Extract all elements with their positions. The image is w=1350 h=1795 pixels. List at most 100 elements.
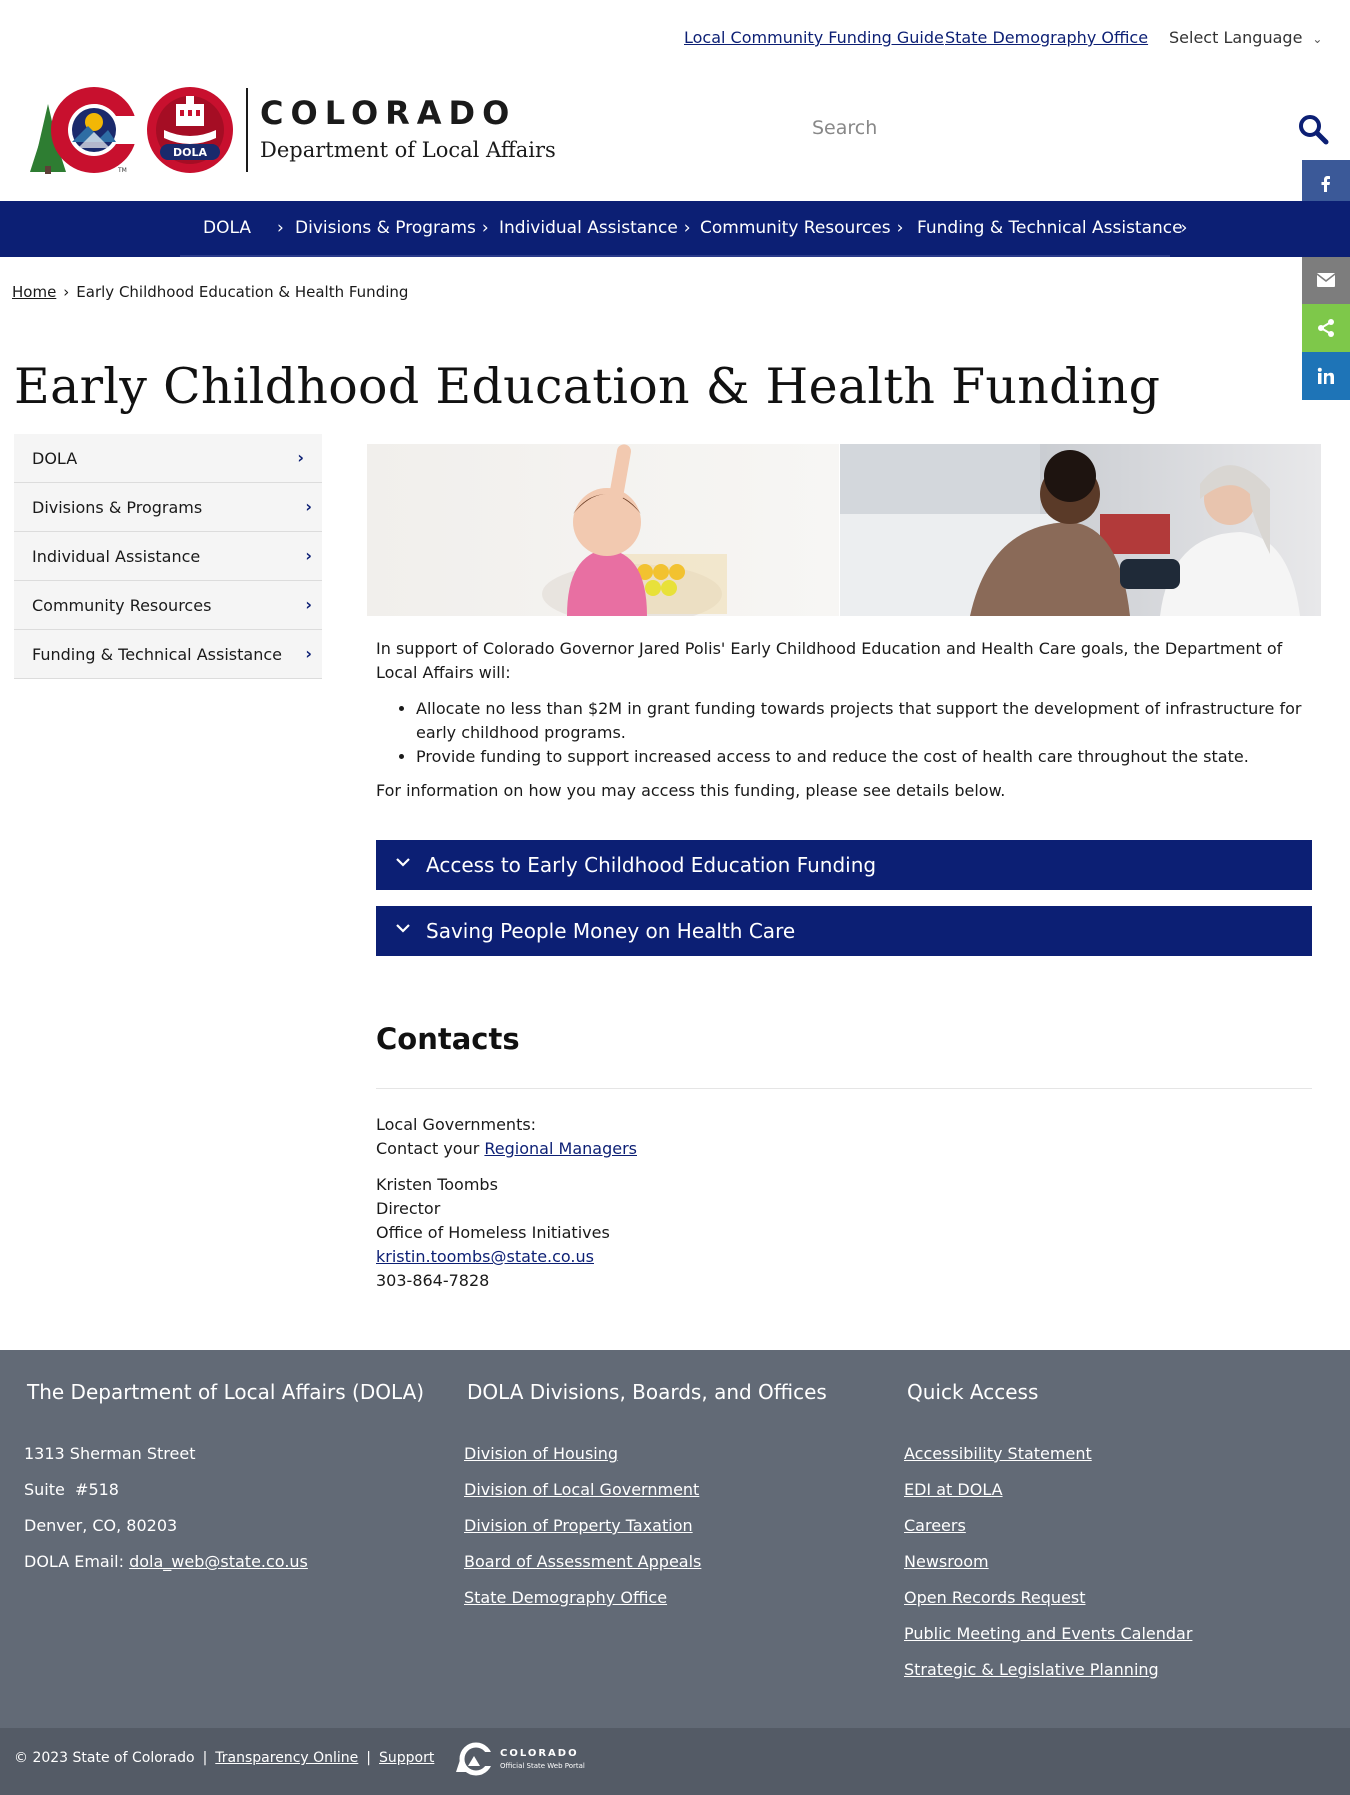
nav-item-community-resources[interactable]: Community Resources ›: [700, 218, 903, 238]
share-rail: [1302, 160, 1350, 400]
footer-email-link[interactable]: dola_web@state.co.us: [129, 1552, 308, 1571]
sidebar-item-individual-assistance[interactable]: Individual Assistance ›: [14, 532, 322, 581]
copyright-line: © 2023 State of Colorado | Transparency On…: [14, 1750, 434, 1766]
chevron-down-icon: [396, 858, 410, 867]
link-state-demography-office[interactable]: State Demography Office: [945, 28, 1148, 47]
linkedin-icon: [1317, 367, 1334, 384]
footer-link-careers[interactable]: Careers: [904, 1508, 1192, 1544]
facebook-icon: [1321, 176, 1330, 192]
nav-item-individual-assistance[interactable]: Individual Assistance ›: [499, 218, 691, 238]
chevron-right-icon: ›: [896, 218, 904, 238]
footer-link-division-of-local-government[interactable]: Division of Local Government: [464, 1472, 701, 1508]
main-content: In support of Colorado Governor Jared Po…: [376, 637, 1312, 803]
footer-link-open-records-request[interactable]: Open Records Request: [904, 1580, 1192, 1616]
site-search: [800, 108, 1330, 152]
nav-item-label: DOLA: [203, 218, 251, 238]
site-footer: The Department of Local Affairs (DOLA) 1…: [0, 1350, 1350, 1728]
footer-email-line: DOLA Email: dola_web@state.co.us: [24, 1544, 308, 1580]
colorado-portal-logo[interactable]: COLORADO Official State Web Portal: [454, 1742, 594, 1776]
hero-image: [367, 444, 1321, 616]
brand-department-name[interactable]: Department of Local Affairs: [260, 138, 556, 162]
breadcrumb-current: Early Childhood Education & Health Fundi…: [76, 283, 409, 301]
copyright-text: © 2023 State of Colorado: [14, 1750, 195, 1766]
sidebar-item-label: Funding & Technical Assistance: [32, 645, 282, 664]
local-governments-label: Local Governments:: [376, 1115, 537, 1134]
footer-col-dola-heading: The Department of Local Affairs (DOLA): [27, 1380, 425, 1404]
footer-email-label: DOLA Email:: [24, 1552, 125, 1571]
sidebar-item-community-resources[interactable]: Community Resources ›: [14, 581, 322, 630]
site-header: TM DOLA COLORADO Department of Local Aff…: [28, 86, 588, 176]
contact-office: Office of Homeless Initiatives: [376, 1223, 610, 1242]
language-select[interactable]: Select Language ⌄: [1169, 28, 1322, 47]
footer-link-newsroom[interactable]: Newsroom: [904, 1544, 1192, 1580]
brand-state-name[interactable]: COLORADO: [260, 94, 516, 132]
contact-local-governments: Local Governments: Contact your Regional…: [376, 1113, 637, 1161]
contacts-divider: [376, 1088, 1312, 1089]
footer-link-accessibility-statement[interactable]: Accessibility Statement: [904, 1436, 1192, 1472]
chevron-down-icon: [396, 924, 410, 933]
nav-underline: [180, 255, 1170, 257]
link-local-community-funding-guide[interactable]: Local Community Funding Guide: [684, 28, 944, 47]
contact-phone: 303-864-7828: [376, 1271, 490, 1290]
separator: |: [202, 1750, 208, 1766]
dola-badge-text: DOLA: [173, 146, 207, 159]
language-select-label: Select Language: [1169, 28, 1303, 47]
footer-link-board-of-assessment-appeals[interactable]: Board of Assessment Appeals: [464, 1544, 701, 1580]
accordion-health-care-savings[interactable]: Saving People Money on Health Care: [376, 906, 1312, 956]
svg-text:TM: TM: [117, 167, 127, 174]
portal-title: COLORADO: [500, 1748, 579, 1759]
sidebar-item-label: Divisions & Programs: [32, 498, 203, 517]
footer-link-division-of-housing[interactable]: Division of Housing: [464, 1436, 701, 1472]
nav-item-label: Individual Assistance: [499, 218, 678, 238]
footer-link-strategic-legislative-planning[interactable]: Strategic & Legislative Planning: [904, 1652, 1192, 1688]
sidebar-item-label: Community Resources: [32, 596, 212, 615]
chevron-right-icon: ›: [276, 218, 284, 238]
accordion-early-childhood-funding[interactable]: Access to Early Childhood Education Fund…: [376, 840, 1312, 890]
chevron-right-icon: ›: [1180, 218, 1188, 238]
sidebar-item-label: DOLA: [32, 449, 78, 468]
sidebar-item-dola[interactable]: DOLA ›: [14, 434, 322, 483]
colorado-logo-icon[interactable]: TM: [28, 86, 143, 174]
colorado-portal-icon: [456, 1742, 494, 1776]
share-generic-button[interactable]: [1302, 304, 1350, 352]
sidebar-item-divisions-programs[interactable]: Divisions & Programs ›: [14, 483, 322, 532]
footer-address-line: Suite #518: [24, 1480, 119, 1499]
goals-list: Allocate no less than $2M in grant fundi…: [416, 697, 1312, 769]
sidebar-item-funding-technical-assistance[interactable]: Funding & Technical Assistance ›: [14, 630, 322, 679]
footer-col-quick-access-heading: Quick Access: [907, 1380, 1039, 1404]
share-email-button[interactable]: [1302, 256, 1350, 304]
search-input[interactable]: [800, 108, 1280, 148]
hero-image-clinic-photo: [840, 444, 1321, 616]
nav-item-dola[interactable]: DOLA ›: [203, 218, 284, 238]
chevron-right-icon: ›: [305, 497, 312, 516]
share-linkedin-button[interactable]: [1302, 352, 1350, 400]
intro-paragraph: In support of Colorado Governor Jared Po…: [376, 639, 1283, 682]
nav-item-divisions-programs[interactable]: Divisions & Programs ›: [295, 218, 489, 238]
chevron-right-icon: ›: [683, 218, 691, 238]
header-divider: [246, 88, 248, 172]
nav-item-funding-technical-assistance[interactable]: Funding & Technical Assistance›: [917, 218, 1187, 238]
footer-col-divisions: Division of Housing Division of Local Go…: [464, 1436, 701, 1616]
dola-seal-icon: DOLA: [147, 87, 233, 173]
regional-managers-link[interactable]: Regional Managers: [484, 1139, 637, 1158]
footer-link-state-demography-office[interactable]: State Demography Office: [464, 1580, 701, 1616]
footer-address-line: Denver, CO, 80203: [24, 1516, 178, 1535]
share-icon: [1318, 319, 1334, 337]
chevron-right-icon: ›: [305, 595, 312, 614]
transparency-online-link[interactable]: Transparency Online: [215, 1750, 358, 1766]
contact-email-link[interactable]: kristin.toombs@state.co.us: [376, 1247, 594, 1266]
outro-paragraph: For information on how you may access th…: [376, 781, 1006, 800]
chevron-right-icon: ›: [297, 448, 304, 467]
footer-link-public-meeting-calendar[interactable]: Public Meeting and Events Calendar: [904, 1616, 1192, 1652]
list-item: Allocate no less than $2M in grant fundi…: [416, 697, 1312, 745]
breadcrumb-home-link[interactable]: Home: [12, 283, 56, 301]
support-link[interactable]: Support: [379, 1750, 434, 1766]
search-icon[interactable]: [1296, 112, 1330, 146]
nav-item-label: Community Resources: [700, 218, 891, 238]
footer-link-division-of-property-taxation[interactable]: Division of Property Taxation: [464, 1508, 701, 1544]
utility-bar: Local Community Funding Guide State Demo…: [0, 28, 1350, 50]
footer-link-edi-at-dola[interactable]: EDI at DOLA: [904, 1472, 1192, 1508]
email-icon: [1316, 273, 1336, 287]
contacts-heading: Contacts: [376, 1022, 520, 1056]
chevron-right-icon: ›: [305, 644, 312, 663]
